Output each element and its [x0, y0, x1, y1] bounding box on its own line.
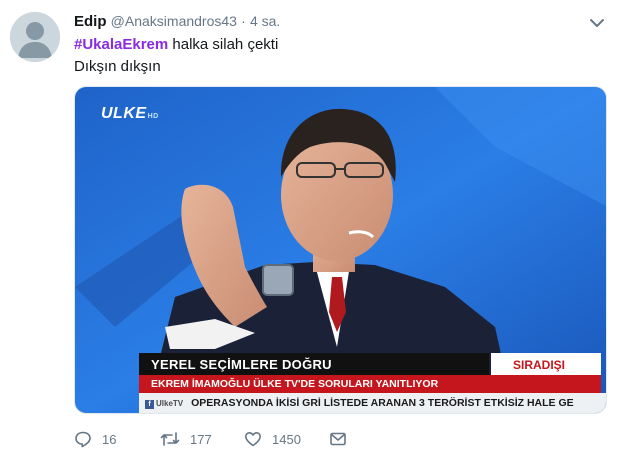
tweet-text-line-2: Dıkşın dıkşın: [74, 58, 161, 75]
avatar[interactable]: [10, 12, 60, 62]
channel-logo-text: ULKE: [101, 105, 147, 122]
like-count: 1450: [272, 431, 301, 447]
message-icon: [330, 432, 346, 446]
retweet-icon: [160, 432, 180, 446]
channel-logo-sub: HD: [147, 113, 159, 120]
separator: ·: [241, 13, 246, 29]
ticker-title: YEREL SEÇİMLERE DOĞRU: [139, 353, 489, 375]
direct-message-button[interactable]: [329, 428, 347, 450]
channel-logo: ULKEHD: [101, 105, 159, 123]
tweet-header: Edip @Anaksimandros43 · 4 sa.: [74, 13, 280, 30]
ticker-crawl: f UlkeTV OPERASYONDA İKİSİ GRİ LİSTEDE ARA…: [139, 393, 606, 413]
chevron-down-icon[interactable]: [588, 16, 606, 30]
avatar-silhouette: [10, 12, 60, 62]
facebook-icon: f: [145, 400, 154, 409]
author-name[interactable]: Edip: [74, 13, 107, 30]
hashtag-link[interactable]: #UkalaEkrem: [74, 36, 168, 53]
like-icon: [245, 432, 261, 447]
retweet-count: 177: [190, 431, 212, 447]
author-handle[interactable]: @Anaksimandros43: [111, 13, 237, 29]
reply-icon: [75, 431, 91, 448]
ticker-subtitle: EKREM İMAMOĞLU ÜLKE TV'DE SORULARI YANIT…: [139, 375, 601, 393]
like-button[interactable]: 1450: [244, 428, 301, 450]
tweet-timestamp[interactable]: 4 sa.: [250, 13, 280, 29]
ticker-source: UlkeTV: [156, 399, 184, 408]
reply-button[interactable]: 16: [74, 428, 116, 450]
ticker-tag: SIRADIŞI: [491, 353, 601, 375]
tweet-text-line-1: #UkalaEkrem halka silah çekti: [74, 36, 278, 53]
tweet-media-image[interactable]: ULKEHD YEREL SEÇİMLERE DOĞRU SIRADIŞI EK…: [74, 86, 607, 414]
reply-count: 16: [102, 431, 117, 447]
retweet-button[interactable]: 177: [160, 428, 212, 450]
ticker-crawl-text: OPERASYONDA İKİSİ GRİ LİSTEDE ARANAN 3 T…: [191, 397, 574, 409]
tweet-text: halka silah çekti: [168, 36, 279, 53]
